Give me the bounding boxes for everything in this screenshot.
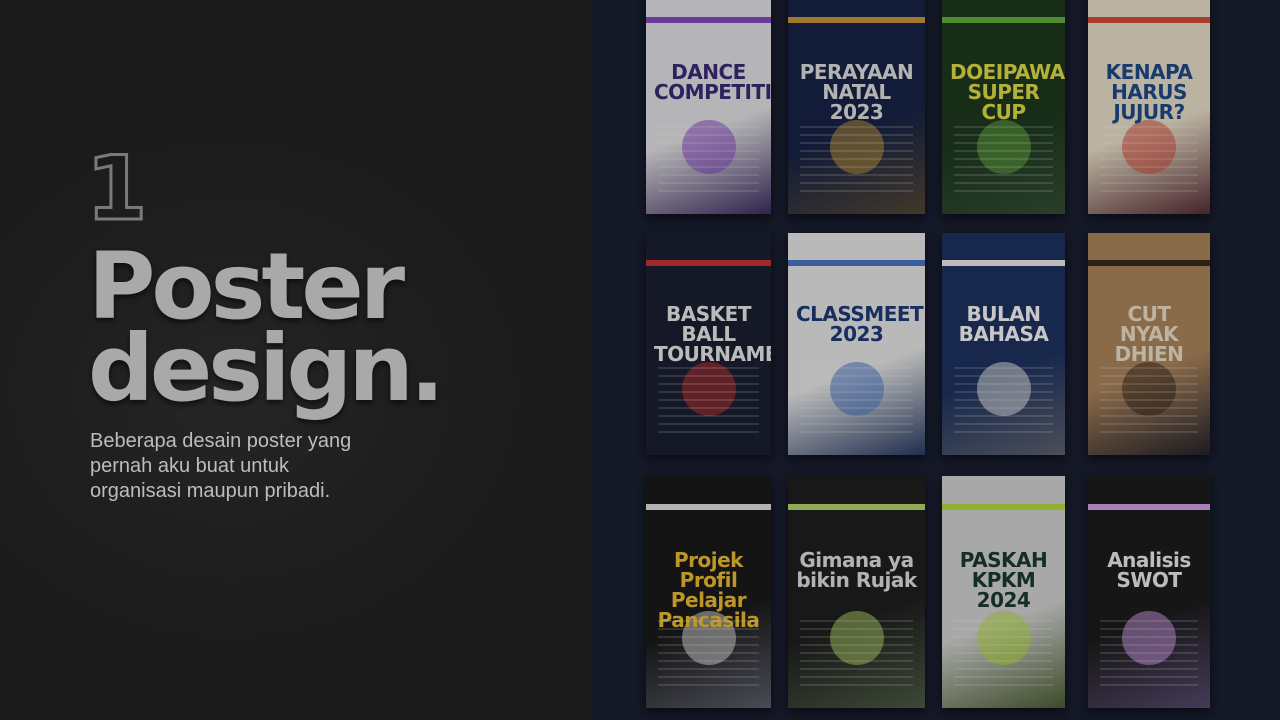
poster-title-text: KENAPA HARUS JUJUR? [1105, 59, 1193, 124]
poster-body-lines [658, 126, 759, 196]
poster-accent-stripe [646, 16, 771, 23]
poster-title-text: DANCE COMPETITION [654, 59, 771, 104]
page-title: Poster design. [88, 241, 568, 422]
section-number: 1 [84, 137, 148, 240]
poster-body-lines [1100, 367, 1198, 437]
poster-body-lines [658, 620, 759, 690]
poster-title-text: BULAN BAHASA [958, 302, 1049, 347]
poster-accent-stripe [646, 259, 771, 266]
poster-body-lines [1100, 126, 1198, 196]
poster-analisis-swot[interactable]: Analisis SWOT [1088, 476, 1210, 708]
poster-title-text: Analisis SWOT [1107, 548, 1191, 593]
poster-anti-korupsi[interactable]: KENAPA HARUS JUJUR? [1088, 0, 1210, 214]
poster-classmeet-2023[interactable]: CLASSMEET 2023 [788, 233, 925, 455]
poster-basketball-tournament[interactable]: BASKET BALL TOURNAMENT [646, 233, 771, 455]
poster-body-lines [954, 620, 1053, 690]
poster-title-text: PERAYAAN NATAL 2023 [799, 59, 914, 124]
poster-body-lines [954, 367, 1053, 437]
poster-accent-stripe [788, 259, 925, 266]
poster-accent-stripe [1088, 16, 1210, 23]
poster-accent-stripe [1088, 503, 1210, 510]
poster-title-text: Projek Profil Pelajar Pancasila [658, 548, 760, 630]
poster-biografi-cut-nyak-dhien[interactable]: CUT NYAK DHIEN [1088, 233, 1210, 455]
poster-body-lines [800, 126, 913, 196]
poster-accent-stripe [942, 16, 1065, 23]
intro-panel: 1 Poster design. Beberapa desain poster … [0, 0, 592, 720]
poster-doeipawa-super-cup[interactable]: DOEIPAWA SUPER CUP [942, 0, 1065, 214]
poster-bulan-bahasa[interactable]: BULAN BAHASA [942, 233, 1065, 455]
poster-accent-stripe [942, 259, 1065, 266]
poster-dance-competition[interactable]: DANCE COMPETITION [646, 0, 771, 214]
poster-body-lines [658, 367, 759, 437]
poster-projek-profil-pancasila[interactable]: Projek Profil Pelajar Pancasila [646, 476, 771, 708]
poster-body-lines [800, 620, 913, 690]
poster-title-text: CUT NYAK DHIEN [1114, 302, 1184, 367]
poster-body-lines [954, 126, 1053, 196]
poster-title-text: BASKET BALL TOURNAMENT [654, 302, 771, 367]
poster-gallery: DANCE COMPETITION PERAYAAN NATAL 2023 DOEI… [592, 0, 1280, 720]
poster-title-text: PASKAH KPKM 2024 [959, 548, 1048, 613]
title-line-2: design. [88, 315, 445, 422]
poster-accent-stripe [1088, 259, 1210, 266]
description: Beberapa desain poster yang pernah aku b… [90, 430, 352, 502]
poster-title-text: Gimana ya bikin Rujak [796, 548, 917, 593]
poster-body-lines [1100, 620, 1198, 690]
poster-paskah-kpkm-2024[interactable]: PASKAH KPKM 2024 [942, 476, 1065, 708]
poster-accent-stripe [788, 16, 925, 23]
poster-title-text: DOEIPAWA SUPER CUP [950, 59, 1065, 124]
poster-rujak[interactable]: Gimana ya bikin Rujak [788, 476, 925, 708]
poster-body-lines [800, 367, 913, 437]
poster-perayaan-natal[interactable]: PERAYAAN NATAL 2023 [788, 0, 925, 214]
poster-title-text: CLASSMEET 2023 [796, 302, 924, 347]
poster-accent-stripe [942, 503, 1065, 510]
poster-accent-stripe [788, 503, 925, 510]
poster-accent-stripe [646, 503, 771, 510]
